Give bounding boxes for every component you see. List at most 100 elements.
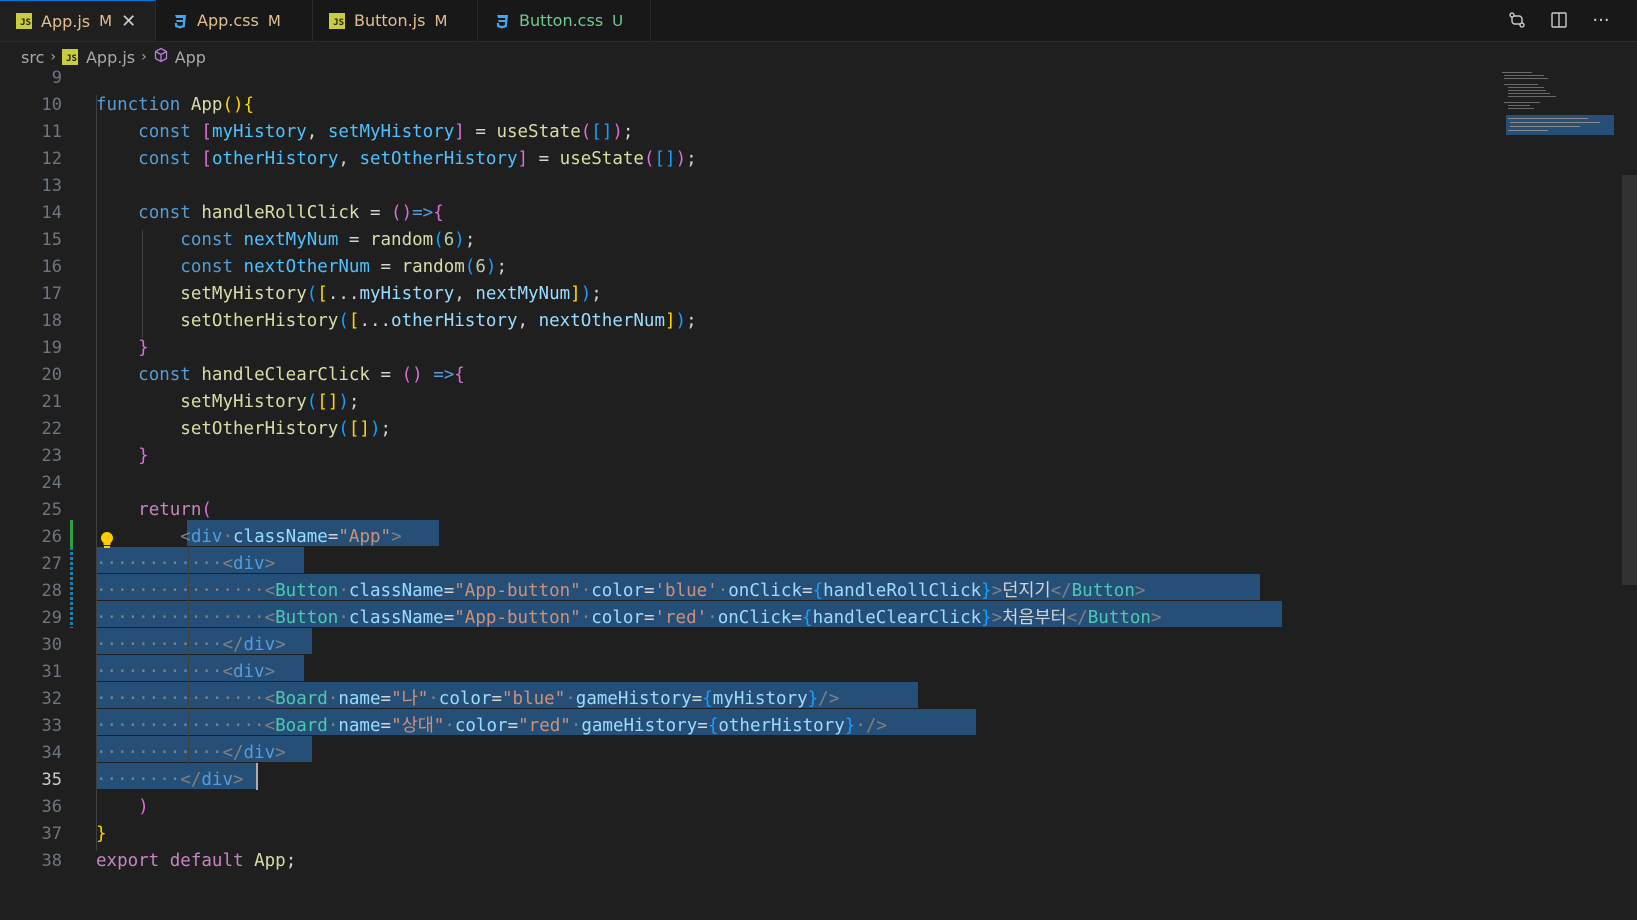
code-line[interactable]: 32 ················<Board·name="나"·color=… (0, 686, 1637, 713)
js-file-icon: JS (329, 12, 345, 29)
code-line[interactable]: 16 const nextOtherNum = random(6); (0, 254, 1637, 281)
tab-app-css[interactable]: App.css M (156, 0, 313, 41)
code-text: } (138, 338, 149, 358)
code-line[interactable]: 37} (0, 821, 1637, 848)
code-text: function App(){ (96, 95, 255, 115)
code-line[interactable]: 29 ················<Button·className="App… (0, 605, 1637, 632)
code-text: ············<div> (96, 554, 276, 574)
code-line[interactable]: 15 const nextMyNum = random(6); (0, 227, 1637, 254)
code-line[interactable]: 35 ········</div> (0, 767, 1637, 794)
code-line[interactable]: 23 } (0, 443, 1637, 470)
code-line[interactable]: 21 setMyHistory([]); (0, 389, 1637, 416)
minimap[interactable] (1500, 70, 1620, 160)
code-line[interactable]: 38 export default App; (0, 848, 1637, 875)
tab-status: M (434, 11, 448, 30)
code-line[interactable]: 18 setOtherHistory([...otherHistory, nex… (0, 308, 1637, 335)
js-file-icon: JS (61, 49, 78, 65)
lightbulb-icon[interactable] (99, 531, 115, 555)
breadcrumb-file-label: App.js (85, 47, 136, 67)
line-number: 22 (41, 419, 62, 439)
line-number: 30 (41, 635, 62, 655)
text-cursor (256, 763, 258, 790)
code-text: ················<Button·className="App-b… (96, 608, 1162, 628)
code-text: ················<Button·className="App-b… (96, 581, 1146, 601)
code-line[interactable]: 9 (0, 65, 1637, 92)
line-number: 37 (41, 824, 62, 844)
line-number: 35 (41, 770, 62, 790)
line-number: 26 (41, 527, 62, 547)
code-line[interactable]: 13 (0, 173, 1637, 200)
code-line[interactable]: 19 } (0, 335, 1637, 362)
code-line[interactable]: 17 setMyHistory([...myHistory, nextMyNum… (0, 281, 1637, 308)
js-file-icon: JS (16, 13, 32, 29)
tab-status: M (99, 12, 113, 30)
line-number: 10 (41, 95, 62, 115)
line-number: 32 (41, 689, 62, 709)
code-text: ················<Board·name="나"·color="b… (96, 689, 840, 709)
editor-actions: ··· (1505, 8, 1613, 32)
code-editor[interactable]: 9 10 function App(){ 11 const [myHistory, s… (0, 68, 1637, 920)
code-line[interactable]: 20 const handleClearClick = () =>{ (0, 362, 1637, 389)
symbol-class-icon (153, 47, 169, 67)
code-line[interactable]: 25 return( (0, 497, 1637, 524)
breadcrumb-symbol-label: App (174, 47, 206, 67)
code-text: const handleClearClick = () =>{ (138, 365, 465, 385)
line-number: 27 (41, 554, 62, 574)
line-number: 11 (41, 122, 62, 142)
chevron-right-icon: › (141, 49, 147, 65)
vertical-scrollbar[interactable] (1622, 175, 1637, 585)
tab-button-js[interactable]: JS Button.js M (313, 0, 478, 41)
code-line[interactable]: 24 (0, 470, 1637, 497)
code-text: ············</div> (96, 635, 286, 655)
close-icon[interactable]: ✕ (121, 11, 136, 32)
breadcrumb-folder[interactable]: src (21, 48, 44, 67)
code-text: const [myHistory, setMyHistory] = useSta… (138, 122, 634, 142)
code-line[interactable]: 33 ················<Board·name="상대"·color… (0, 713, 1637, 740)
code-line[interactable]: 22 setOtherHistory([]); (0, 416, 1637, 443)
code-line[interactable]: 36 ) (0, 794, 1637, 821)
line-number: 14 (41, 203, 62, 223)
code-line[interactable]: 27 ············<div> (0, 551, 1637, 578)
code-line[interactable]: 14 const handleRollClick = ()=>{ (0, 200, 1637, 227)
line-number: 29 (41, 608, 62, 628)
tab-status: M (267, 11, 281, 30)
code-line[interactable]: 34 ············</div> (0, 740, 1637, 767)
line-number: 34 (41, 743, 62, 763)
more-actions-icon[interactable]: ··· (1589, 8, 1613, 32)
code-line[interactable]: 28 ················<Button·className="App… (0, 578, 1637, 605)
breadcrumb-symbol[interactable]: App (153, 47, 206, 67)
tab-label: Button.css (519, 11, 604, 30)
line-number: 36 (41, 797, 62, 817)
line-number: 17 (41, 284, 62, 304)
code-line[interactable]: 31 ············<div> (0, 659, 1637, 686)
tab-label: App.js (41, 11, 91, 31)
code-text: ············<div> (96, 662, 276, 682)
code-text: const [otherHistory, setOtherHistory] = … (138, 149, 697, 169)
split-editor-icon[interactable] (1547, 8, 1571, 32)
line-number: 18 (41, 311, 62, 331)
code-line[interactable]: 26 <div·className="App"> (0, 524, 1637, 551)
line-number: 23 (41, 446, 62, 466)
line-number: 31 (41, 662, 62, 682)
code-text: } (138, 446, 149, 466)
breadcrumb-file[interactable]: JS App.js (61, 47, 136, 67)
code-text: setOtherHistory([...otherHistory, nextOt… (180, 311, 697, 331)
code-text: } (96, 824, 107, 844)
code-text: export default App; (96, 851, 297, 871)
code-line[interactable]: 12 const [otherHistory, setOtherHistory]… (0, 146, 1637, 173)
compare-changes-icon[interactable] (1505, 8, 1529, 32)
tab-label: App.css (197, 11, 259, 30)
tab-button-css[interactable]: Button.css U (478, 0, 651, 41)
tab-label: Button.js (354, 11, 426, 30)
tab-bar: JS App.js M ✕ App.css M JS Button.js M B… (0, 0, 1637, 42)
tab-app-js[interactable]: JS App.js M ✕ (0, 0, 156, 41)
code-text: const handleRollClick = ()=>{ (138, 203, 444, 223)
line-number: 9 (51, 68, 62, 88)
code-line[interactable]: 30 ············</div> (0, 632, 1637, 659)
code-line[interactable]: 11 const [myHistory, setMyHistory] = use… (0, 119, 1637, 146)
code-text: return( (138, 500, 212, 520)
code-text: ················<Board·name="상대"·color="… (96, 716, 887, 736)
line-number: 15 (41, 230, 62, 250)
code-line[interactable]: 10 function App(){ (0, 92, 1637, 119)
css-file-icon (172, 13, 188, 29)
